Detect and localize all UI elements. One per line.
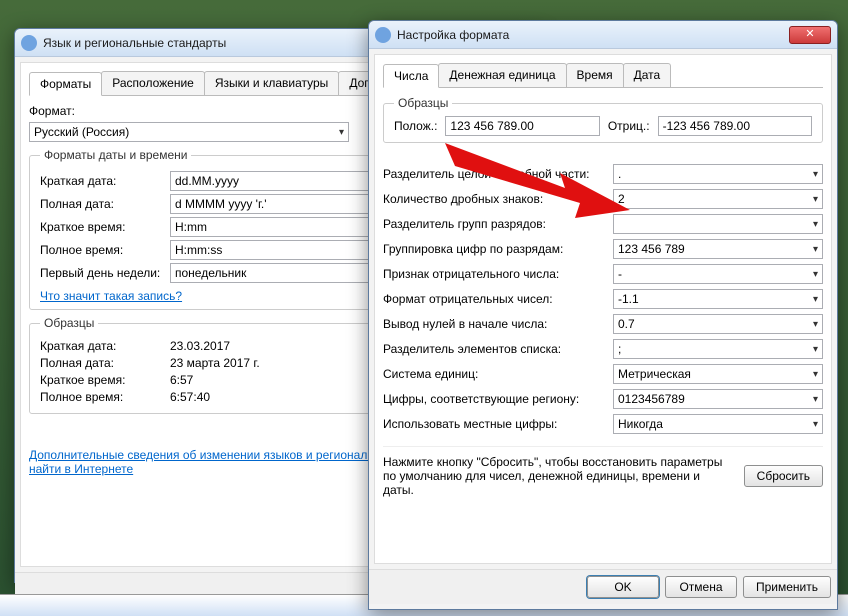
globe-icon xyxy=(375,27,391,43)
negative-label: Отриц.: xyxy=(608,119,650,133)
sample-short-time-l: Краткое время: xyxy=(40,373,170,387)
tab-keyboards[interactable]: Языки и клавиатуры xyxy=(204,71,339,95)
format-combo[interactable]: Русский (Россия) xyxy=(29,122,349,142)
decimal-sep-combo[interactable]: . xyxy=(613,164,823,184)
leading-zero-label: Вывод нулей в начале числа: xyxy=(383,317,613,331)
region-digits-label: Цифры, соответствующие региону: xyxy=(383,392,613,406)
short-time-label: Краткое время: xyxy=(40,220,170,234)
apply-button[interactable]: Применить xyxy=(743,576,831,598)
tab-time[interactable]: Время xyxy=(566,63,624,87)
negative-sample xyxy=(658,116,812,136)
neg-format-label: Формат отрицательных чисел: xyxy=(383,292,613,306)
tab-currency[interactable]: Денежная единица xyxy=(438,63,566,87)
short-date-label: Краткая дата: xyxy=(40,174,170,188)
tab-formats[interactable]: Форматы xyxy=(29,72,102,96)
decimal-sep-label: Разделитель целой и дробной части: xyxy=(383,167,613,181)
decimal-digits-label: Количество дробных знаков: xyxy=(383,192,613,206)
tab-numbers[interactable]: Числа xyxy=(383,64,439,88)
globe-icon xyxy=(21,35,37,51)
samples-legend: Образцы xyxy=(40,316,98,330)
sample-long-time-v: 6:57:40 xyxy=(170,390,210,404)
samples-legend: Образцы xyxy=(394,96,452,110)
sample-long-date-l: Полная дата: xyxy=(40,356,170,370)
group-sep-label: Разделитель групп разрядов: xyxy=(383,217,613,231)
positive-sample xyxy=(445,116,599,136)
grouping-label: Группировка цифр по разрядам: xyxy=(383,242,613,256)
neg-sign-label: Признак отрицательного числа: xyxy=(383,267,613,281)
long-date-label: Полная дата: xyxy=(40,197,170,211)
first-day-label: Первый день недели: xyxy=(40,266,170,280)
titlebar[interactable]: Настройка формата ✕ xyxy=(369,21,837,49)
ok-button[interactable]: OK xyxy=(587,576,659,598)
tab-strip: Числа Денежная единица Время Дата xyxy=(383,63,823,88)
tab-location[interactable]: Расположение xyxy=(101,71,205,95)
cancel-button[interactable]: Отмена xyxy=(665,576,737,598)
region-digits-combo[interactable]: 0123456789 xyxy=(613,389,823,409)
sample-short-time-v: 6:57 xyxy=(170,373,193,387)
measure-sys-combo[interactable]: Метрическая xyxy=(613,364,823,384)
sample-short-date-v: 23.03.2017 xyxy=(170,339,230,353)
sample-long-date-v: 23 марта 2017 г. xyxy=(170,356,260,370)
long-time-label: Полное время: xyxy=(40,243,170,257)
reset-button[interactable]: Сбросить xyxy=(744,465,823,487)
measure-sys-label: Система единиц: xyxy=(383,367,613,381)
customize-format-dialog: Настройка формата ✕ Числа Денежная едини… xyxy=(368,20,838,610)
sample-short-date-l: Краткая дата: xyxy=(40,339,170,353)
list-sep-combo[interactable]: ; xyxy=(613,339,823,359)
reset-hint: Нажмите кнопку "Сбросить", чтобы восстан… xyxy=(383,455,734,497)
native-digits-label: Использовать местные цифры: xyxy=(383,417,613,431)
leading-zero-combo[interactable]: 0.7 xyxy=(613,314,823,334)
format-label: Формат: xyxy=(29,104,179,118)
neg-format-combo[interactable]: -1.1 xyxy=(613,289,823,309)
datetime-legend: Форматы даты и времени xyxy=(40,148,191,162)
close-button[interactable]: ✕ xyxy=(789,26,831,44)
positive-label: Полож.: xyxy=(394,119,437,133)
number-samples-group: Образцы Полож.: Отриц.: xyxy=(383,96,823,143)
tab-date[interactable]: Дата xyxy=(623,63,672,87)
notation-help-link[interactable]: Что значит такая запись? xyxy=(40,289,182,303)
window-title: Настройка формата xyxy=(397,28,789,42)
grouping-combo[interactable]: 123 456 789 xyxy=(613,239,823,259)
group-sep-combo[interactable] xyxy=(613,214,823,234)
native-digits-combo[interactable]: Никогда xyxy=(613,414,823,434)
neg-sign-combo[interactable]: - xyxy=(613,264,823,284)
sample-long-time-l: Полное время: xyxy=(40,390,170,404)
list-sep-label: Разделитель элементов списка: xyxy=(383,342,613,356)
decimal-digits-combo[interactable]: 2 xyxy=(613,189,823,209)
